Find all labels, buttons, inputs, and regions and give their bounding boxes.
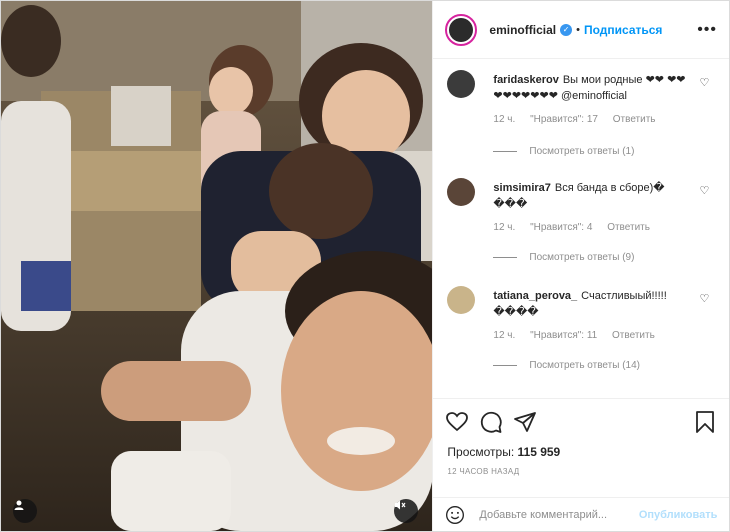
commenter-avatar[interactable] [447,286,476,314]
view-replies-label: Посмотреть ответы (14) [529,360,640,371]
author-avatar[interactable] [445,13,478,46]
tagged-users-button[interactable] [13,499,37,523]
view-replies-label: Посмотреть ответы (9) [529,252,635,263]
comments-list[interactable]: faridaskerov Вы мои родные ❤❤ ❤❤❤❤❤❤❤❤❤ @… [433,60,729,397]
bookmark-icon[interactable] [693,410,717,434]
comment-reply-button[interactable]: Ответить [612,330,655,341]
share-icon[interactable] [513,410,537,434]
comment-text: faridaskerov Вы мои родные ❤❤ ❤❤❤❤❤❤❤❤❤ @… [493,72,693,104]
post-footer: Просмотры: 115 959 12 ЧАСОВ НАЗАД Опубли… [433,398,730,524]
emoji-icon[interactable] [445,505,465,525]
post-timestamp[interactable]: 12 ЧАСОВ НАЗАД [433,467,729,476]
comment-like-icon[interactable]: ♡ [700,76,710,89]
comment-like-icon[interactable]: ♡ [700,292,710,305]
post-header: eminofficial ✓ • Подписаться ••• [433,1,729,59]
separator-dot: • [576,23,580,36]
view-replies-button[interactable]: Посмотреть ответы (14) [493,360,640,371]
comment-meta: 12 ч. "Нравится": 4 Ответить [493,222,662,233]
comment-likes[interactable]: "Нравится": 11 [530,330,597,341]
views-label: Просмотры: [447,445,515,459]
view-replies-label: Посмотреть ответы (1) [529,146,635,157]
post-actions [433,399,729,445]
user-icon [14,500,24,510]
post-side-panel: eminofficial ✓ • Подписаться ••• faridas… [432,1,730,531]
view-replies-button[interactable]: Посмотреть ответы (1) [493,146,634,157]
more-options-icon[interactable]: ••• [697,21,717,39]
post-video[interactable] [1,1,433,531]
follow-button[interactable]: Подписаться [584,23,662,37]
commenter-username[interactable]: tatiana_perova_ [493,290,577,302]
add-comment-bar: Опубликовать [433,497,730,532]
views-number: 115 959 [517,445,561,459]
view-replies-button[interactable]: Посмотреть ответы (9) [493,252,634,263]
comment-likes[interactable]: "Нравится": 4 [530,222,592,233]
publish-button[interactable]: Опубликовать [639,509,718,521]
commenter-username[interactable]: simsimira7 [493,182,550,194]
commenter-avatar[interactable] [447,178,476,206]
comment-time[interactable]: 12 ч. [493,330,515,341]
comment-text: tatiana_perova_ Счастливыый!!!!! ���� [493,288,693,320]
comment-text: simsimira7 Вся банда в сборе)� ��� [493,180,693,212]
comment-meta: 12 ч. "Нравится": 17 Ответить [493,114,667,125]
commenter-username[interactable]: faridaskerov [493,74,558,86]
post-dialog: eminofficial ✓ • Подписаться ••• faridas… [0,0,730,532]
heart-icon[interactable] [445,410,469,434]
views-count[interactable]: Просмотры: 115 959 [433,445,729,459]
comment-like-icon[interactable]: ♡ [700,184,710,197]
comment-input[interactable] [477,508,632,522]
verified-badge-icon: ✓ [560,23,573,36]
comment-meta: 12 ч. "Нравится": 11 Ответить [493,330,666,341]
comment-time[interactable]: 12 ч. [493,222,515,233]
comment-time[interactable]: 12 ч. [493,114,515,125]
comment-reply-button[interactable]: Ответить [607,222,650,233]
comment-reply-button[interactable]: Ответить [613,114,656,125]
comment-likes[interactable]: "Нравится": 17 [530,114,598,125]
video-frame [1,1,433,531]
speaker-muted-icon [395,500,406,510]
commenter-avatar[interactable] [447,70,476,98]
author-username[interactable]: eminofficial [489,23,556,37]
comment-icon[interactable] [479,410,503,434]
